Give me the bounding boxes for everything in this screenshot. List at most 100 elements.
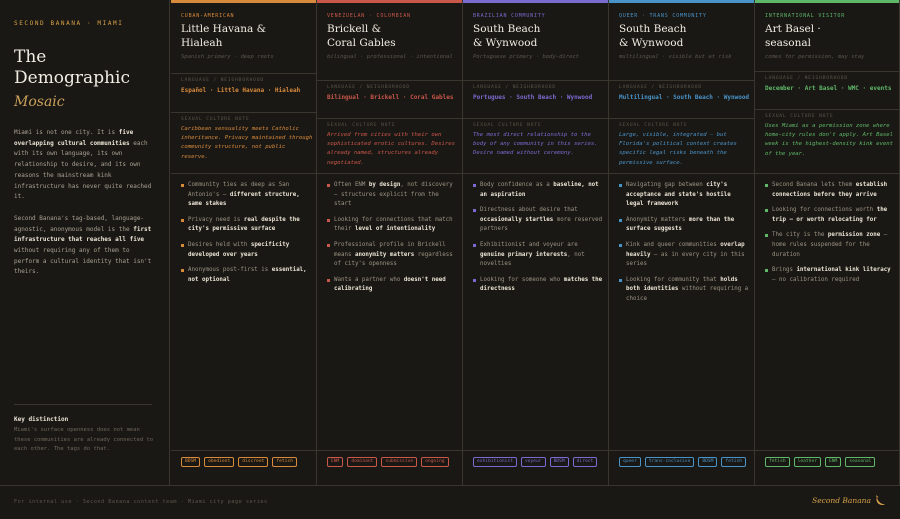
bullet-text-a: Directness about desire that bbox=[480, 207, 578, 214]
tag-chip[interactable]: submissive bbox=[381, 457, 418, 467]
bullet-list: Often ENM by design, not discovery — str… bbox=[327, 181, 459, 301]
title-line: Art Basel · bbox=[765, 23, 821, 35]
tag-chip[interactable]: voyeur bbox=[520, 457, 546, 467]
tag-chip[interactable]: ENM bbox=[327, 457, 344, 467]
community-subtitle: bilingual · professional · intentional bbox=[327, 54, 453, 60]
bullet-text-a: Anonymous post-first is bbox=[188, 267, 272, 274]
accent-bar bbox=[755, 0, 899, 3]
intro-text: Miami is not one city. It is five overla… bbox=[14, 128, 155, 278]
bullet-text-a: Exhibitionist and voyeur are bbox=[480, 241, 578, 248]
tag-list: exhibitionist voyeur BDSM direct bbox=[473, 457, 605, 467]
title-line: Coral Gables bbox=[327, 37, 396, 49]
tag-chip[interactable]: BDSM bbox=[181, 457, 201, 467]
bullet-marker bbox=[473, 209, 476, 213]
bullet-marker bbox=[619, 278, 622, 282]
tag-chip[interactable]: ongoing bbox=[421, 457, 449, 467]
language-label: LANGUAGE / NEIGHBORHOOD bbox=[619, 85, 703, 90]
divider bbox=[609, 173, 754, 174]
key-distinction: Key distinction Miami's surface openness… bbox=[14, 416, 154, 455]
language-label: LANGUAGE / NEIGHBORHOOD bbox=[765, 76, 849, 81]
footer-logo: Second Banana bbox=[812, 495, 886, 506]
community-column: VENEZUELAN · COLOMBIAN Brickell & Coral Ga… bbox=[317, 0, 463, 485]
language-value: December · Art Basel · WMC · events bbox=[765, 85, 892, 92]
tag-chip[interactable]: BDSM bbox=[549, 457, 569, 467]
list-item: Exhibitionist and voyeur are genuine pri… bbox=[473, 241, 605, 270]
bullet-marker bbox=[765, 184, 768, 187]
bullet-marker bbox=[181, 184, 184, 187]
bullet-marker bbox=[181, 218, 184, 222]
culture-note: The most direct relationship to the body… bbox=[473, 132, 598, 157]
accent-bar bbox=[463, 0, 608, 3]
community-title: Little Havana & Hialeah bbox=[181, 22, 313, 50]
footer: For internal use · Second Banana content… bbox=[0, 485, 900, 519]
bullet-marker bbox=[473, 278, 476, 282]
tag-chip[interactable]: fetish bbox=[765, 457, 790, 467]
list-item: Desires held with specificity developed … bbox=[181, 241, 313, 260]
page-title: The Demographic bbox=[14, 47, 155, 89]
divider bbox=[755, 71, 899, 72]
accent-bar bbox=[317, 0, 462, 3]
bullet-text-bold: anonymity matters bbox=[354, 251, 415, 258]
tag-chip[interactable]: discreet bbox=[238, 457, 269, 467]
tag-chip[interactable]: queer bbox=[619, 457, 641, 467]
community-tag: CUBAN-AMERICAN bbox=[181, 13, 235, 19]
culture-note: Arrived from cities with their own sophi… bbox=[327, 132, 455, 166]
intro-text-c: each with its own language, its own rela… bbox=[14, 139, 152, 201]
divider bbox=[463, 80, 608, 81]
bullet-list: Navigating gap between city's acceptance… bbox=[619, 181, 751, 311]
tag-list: ENM dominant submissive ongoing bbox=[327, 457, 459, 467]
bullet-marker bbox=[473, 243, 476, 247]
bullet-text-bold: level of intentionality bbox=[354, 226, 436, 233]
list-item: Anonymity matters more than the surface … bbox=[619, 216, 751, 235]
tag-chip[interactable]: fetish bbox=[272, 457, 297, 467]
list-item: Looking for connections worth the trip —… bbox=[765, 206, 897, 225]
bullet-marker bbox=[327, 278, 330, 282]
language-value: Español · Little Havana · Hialeah bbox=[181, 87, 301, 94]
tag-chip[interactable]: BDSM bbox=[698, 457, 718, 467]
tag-chip[interactable]: fetish bbox=[721, 457, 747, 467]
intro-paragraph-2: Second Banana's tag-based, language-agno… bbox=[14, 214, 155, 278]
bullet-marker bbox=[327, 184, 330, 187]
tag-list: BDSM obedient discreet fetish bbox=[181, 457, 313, 467]
tag-chip[interactable]: dominant bbox=[347, 457, 378, 467]
tag-chip[interactable]: seasonal bbox=[845, 457, 876, 467]
tag-chip[interactable]: exhibitionist bbox=[473, 457, 517, 467]
divider bbox=[14, 404, 152, 405]
language-value: Multilingual · South Beach · Wynwood bbox=[619, 94, 750, 101]
community-tag: QUEER · TRANS COMMUNITY bbox=[619, 13, 707, 19]
bullet-text-bold: international kink literacy bbox=[796, 267, 891, 274]
bullet-text-a: Brings bbox=[772, 267, 797, 274]
tag-chip[interactable]: direct bbox=[572, 457, 598, 467]
bullet-marker bbox=[619, 184, 622, 187]
list-item: Anonymous post-first is essential, not o… bbox=[181, 266, 313, 285]
bullet-text-a: Looking for community that bbox=[626, 276, 721, 283]
community-column: CUBAN-AMERICAN Little Havana & Hialeah Span… bbox=[171, 0, 317, 485]
bullet-marker bbox=[473, 184, 476, 187]
list-item: Looking for community that holds both id… bbox=[619, 276, 751, 305]
tag-chip[interactable]: ENM bbox=[824, 457, 842, 467]
bullet-text-a: Often ENM bbox=[334, 182, 369, 188]
tag-chip[interactable]: trans-inclusive bbox=[644, 457, 695, 467]
key-distinction-title: Key distinction bbox=[14, 416, 69, 423]
list-item: Brings international kink literacy — no … bbox=[765, 266, 897, 285]
tag-list: queer trans-inclusive BDSM fetish bbox=[619, 457, 751, 467]
bullet-list: Second Banana lets them establish connec… bbox=[765, 181, 897, 291]
list-item: Wants a partner who doesn't need calibra… bbox=[327, 276, 459, 295]
divider bbox=[171, 173, 316, 174]
key-distinction-body: Miami's surface openness does not mean t… bbox=[14, 427, 154, 452]
culture-note: Caribbean sensuality meets Catholic inhe… bbox=[181, 126, 313, 160]
title-line: & Wynwood bbox=[619, 37, 684, 49]
tag-chip[interactable]: obedient bbox=[204, 457, 235, 467]
list-item: Looking for connections that match their… bbox=[327, 216, 459, 235]
community-column: INTERNATIONAL VISITOR Art Basel · seasonal… bbox=[755, 0, 900, 485]
culture-label: SEXUAL CULTURE NOTE bbox=[181, 117, 250, 122]
bullet-text-a: Body confidence as a bbox=[480, 182, 554, 188]
tag-chip[interactable]: leather bbox=[793, 457, 821, 467]
divider bbox=[317, 450, 462, 451]
bullet-marker bbox=[765, 209, 768, 213]
bullet-marker bbox=[327, 218, 330, 222]
bullet-text-bold: permission zone bbox=[827, 232, 881, 239]
divider bbox=[609, 118, 754, 119]
culture-label: SEXUAL CULTURE NOTE bbox=[619, 123, 688, 128]
community-column: QUEER · TRANS COMMUNITY South Beach & Wynw… bbox=[609, 0, 755, 485]
